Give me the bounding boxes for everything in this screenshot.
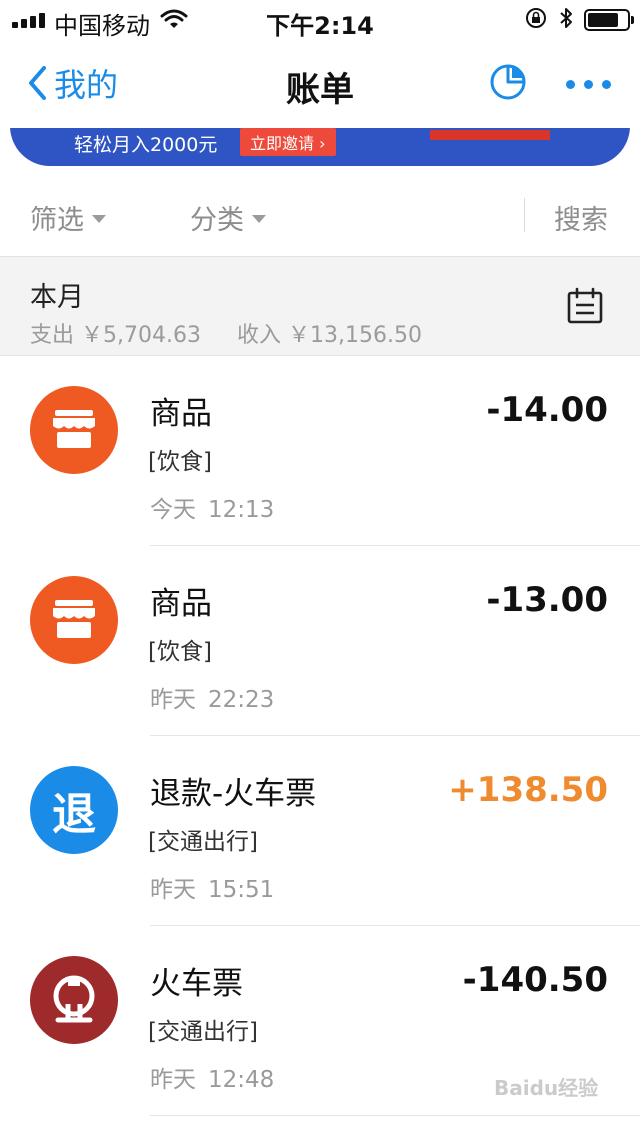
transaction-row[interactable]: 退 退款-火车票 [交通出行] 昨天 15:51 +138.50 <box>0 736 640 926</box>
search-button[interactable]: 搜索 <box>554 198 608 237</box>
caret-down-icon <box>92 214 106 223</box>
transaction-title: 退款-火车票 <box>150 776 317 812</box>
nav-bar: 我的 账单 <box>0 40 640 128</box>
transaction-amount: -13.00 <box>486 580 608 620</box>
category-label: 分类 <box>190 205 244 236</box>
transaction-title: 火车票 <box>150 966 243 1002</box>
transaction-time: 今天 12:13 <box>150 497 275 523</box>
caret-down-icon <box>252 214 266 223</box>
divider <box>524 198 525 232</box>
shop-icon <box>30 386 118 474</box>
banner-illustration <box>430 130 550 140</box>
more-icon[interactable] <box>566 80 611 89</box>
income-value: ￥13,156.50 <box>288 323 422 348</box>
transaction-time: 昨天 15:51 <box>150 877 275 903</box>
transaction-title: 商品 <box>150 396 212 432</box>
transaction-row[interactable]: 商品 [饮食] 昨天 22:23 -13.00 <box>0 546 640 736</box>
page-title: 账单 <box>286 70 354 110</box>
month-summary: 本月 支出 ￥5,704.63 收入 ￥13,156.50 <box>0 256 640 356</box>
filter-bar: 筛选 分类 搜索 <box>0 168 640 256</box>
transaction-category: [饮食] <box>148 449 212 475</box>
watermark: Baidu经验 <box>494 1076 599 1100</box>
status-bar: 中国移动 下午2:14 <box>0 0 640 40</box>
income-label: 收入 <box>237 323 282 348</box>
transaction-category: [饮食] <box>148 639 212 665</box>
banner-text: 轻松月入2000元 <box>74 134 218 156</box>
promo-banner[interactable]: 轻松月入2000元 立即邀请 › <box>0 128 640 168</box>
filter-label: 筛选 <box>30 205 84 236</box>
expense-value: ￥5,704.63 <box>81 323 201 348</box>
calendar-icon[interactable] <box>566 287 604 329</box>
transaction-amount: -140.50 <box>462 960 608 1000</box>
filter-dropdown[interactable]: 筛选 <box>30 198 106 237</box>
transaction-amount: +138.50 <box>448 770 608 810</box>
bluetooth-icon <box>558 6 574 34</box>
pie-chart-icon[interactable] <box>488 62 528 106</box>
transaction-category: [交通出行] <box>148 829 258 855</box>
category-dropdown[interactable]: 分类 <box>190 198 266 237</box>
invite-button[interactable]: 立即邀请 › <box>240 128 336 156</box>
transaction-title: 商品 <box>150 586 212 622</box>
rotation-lock-icon <box>524 6 548 34</box>
month-title: 本月 <box>30 282 84 313</box>
transaction-time: 昨天 12:48 <box>150 1067 275 1093</box>
month-totals: 支出 ￥5,704.63 收入 ￥13,156.50 <box>30 317 422 349</box>
transaction-row[interactable]: 商品 [饮食] 今天 12:13 -14.00 <box>0 356 640 546</box>
battery-icon <box>584 9 634 31</box>
transaction-list: 商品 [饮食] 今天 12:13 -14.00 商品 [饮食] 昨天 22:23 -… <box>0 356 640 1116</box>
railway-icon <box>30 956 118 1044</box>
expense-label: 支出 <box>30 323 75 348</box>
transaction-time: 昨天 22:23 <box>150 687 275 713</box>
transaction-amount: -14.00 <box>486 390 608 430</box>
shop-icon <box>30 576 118 664</box>
transaction-category: [交通出行] <box>148 1019 258 1045</box>
refund-icon: 退 <box>30 766 118 854</box>
